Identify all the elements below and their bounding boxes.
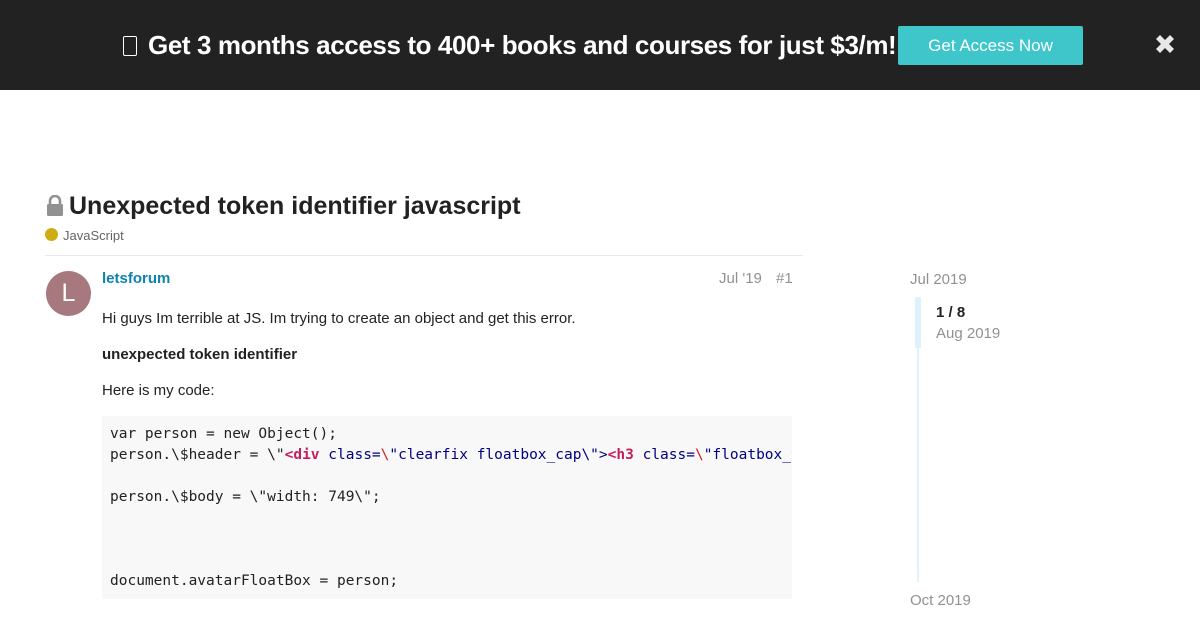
timeline-end-date[interactable]: Oct 2019 [910, 592, 971, 609]
code-token: div [293, 447, 320, 463]
code-line: var person = new Object(); [110, 426, 337, 442]
code-block: var person = new Object(); person.\$head… [102, 416, 792, 599]
category-badge[interactable] [45, 228, 58, 241]
post-number[interactable]: #1 [776, 270, 793, 287]
post-error-text: unexpected token identifier [102, 346, 298, 363]
avatar[interactable]: L [46, 271, 91, 316]
code-token: \ [694, 447, 704, 463]
timeline-current-date: Aug 2019 [936, 325, 1001, 342]
timeline-handle[interactable] [915, 297, 921, 348]
timeline-start-date[interactable]: Jul 2019 [910, 271, 967, 288]
code-token: "floatbox_title\"> [703, 447, 792, 463]
post-paragraph: Here is my code: [102, 382, 215, 399]
category-label[interactable]: JavaScript [63, 228, 124, 243]
code-token: "clearfix floatbox_cap\"> [389, 447, 608, 463]
code-token: class= [633, 447, 695, 463]
post-username[interactable]: letsforum [102, 270, 170, 287]
topic-title[interactable]: Unexpected token identifier javascript [69, 192, 521, 221]
post-date[interactable]: Jul '19 [719, 270, 762, 287]
lock-icon [47, 195, 63, 216]
close-icon[interactable] [1151, 30, 1179, 58]
code-line: document.avatarFloatBox = person; [110, 573, 399, 589]
code-token: person.\$header = \" [110, 447, 285, 463]
promo-text: Get 3 months access to 400+ books and co… [148, 30, 897, 60]
code-token: h3 [616, 447, 634, 463]
post-paragraph: Hi guys Im terrible at JS. Im trying to … [102, 310, 576, 327]
title-divider [45, 255, 803, 256]
box-icon [123, 36, 137, 56]
code-token: class= [319, 447, 381, 463]
get-access-button[interactable]: Get Access Now [898, 26, 1083, 65]
code-line: person.\$header = \"<div class=\"clearfi… [110, 445, 792, 466]
promo-banner: Get 3 months access to 400+ books and co… [0, 0, 1200, 90]
timeline-position: 1 / 8 [936, 304, 966, 321]
code-line: person.\$body = \"width: 749\"; [110, 489, 381, 505]
